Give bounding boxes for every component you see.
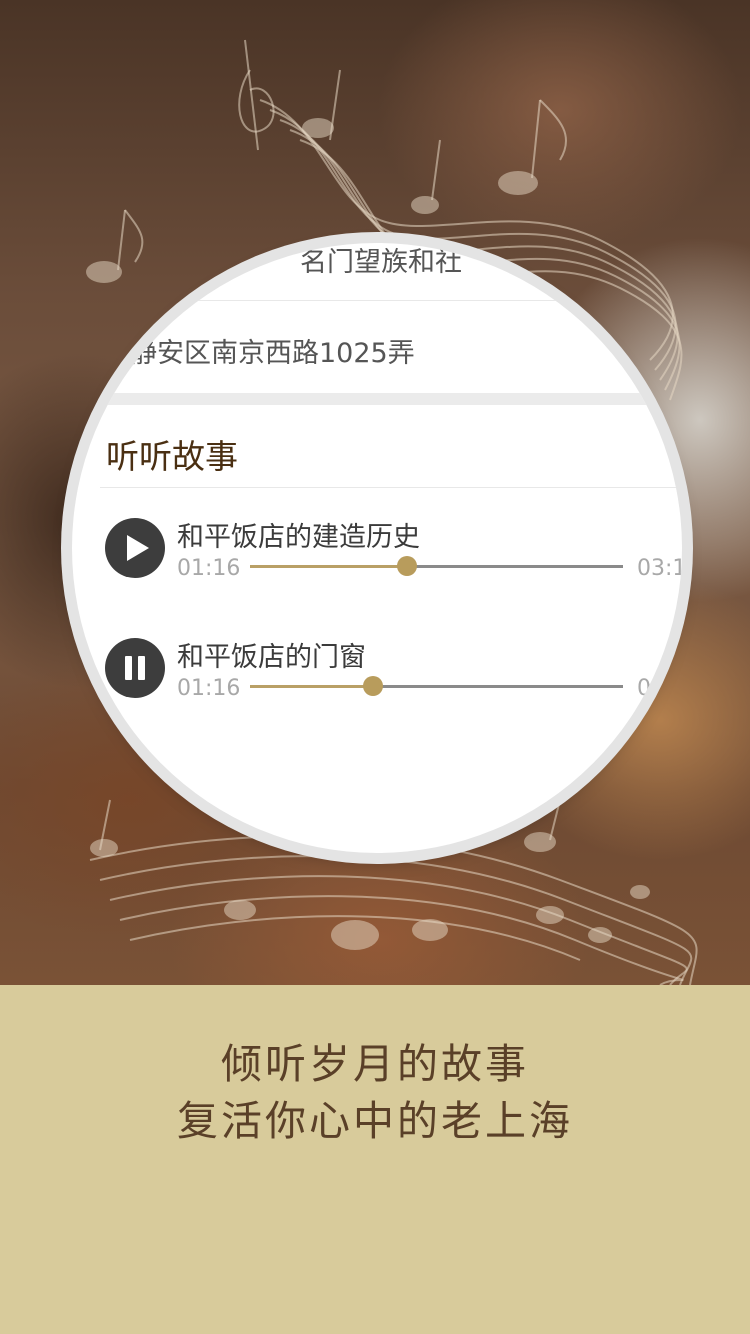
tagline-line-1: 倾听岁月的故事: [221, 1040, 529, 1088]
blurred-background: 名门望族和社 静安区南京西路1025弄 听听故事 和平饭店的建造历史 01:16…: [0, 0, 750, 985]
divider: [100, 487, 682, 488]
tagline-line-2: 复活你心中的老上海: [177, 1097, 573, 1145]
track-title: 和平饭店的门窗: [177, 642, 366, 673]
pause-icon: [125, 656, 132, 680]
play-icon: [127, 535, 149, 561]
total-time: 0: [637, 676, 651, 701]
address-text: 静安区南京西路1025弄: [130, 338, 415, 369]
progress-thumb[interactable]: [396, 556, 417, 576]
play-button[interactable]: [105, 518, 165, 578]
pause-icon: [138, 656, 145, 680]
progress-slider[interactable]: [250, 676, 623, 696]
progress-fill: [250, 685, 374, 688]
divider: [100, 300, 682, 301]
partial-description-text: 名门望族和社: [300, 247, 462, 278]
section-separator: [72, 393, 682, 405]
track-title: 和平饭店的建造历史: [177, 522, 420, 553]
progress-slider[interactable]: [250, 556, 623, 576]
progress-fill: [250, 565, 407, 568]
current-time: 01:16: [177, 556, 241, 581]
section-title: 听听故事: [106, 437, 238, 476]
total-time: 03:1: [637, 556, 682, 581]
current-time: 01:16: [177, 676, 241, 701]
magnified-content: 名门望族和社 静安区南京西路1025弄 听听故事 和平饭店的建造历史 01:16…: [72, 243, 682, 853]
magnifier-lens: 名门望族和社 静安区南京西路1025弄 听听故事 和平饭店的建造历史 01:16…: [72, 243, 682, 853]
progress-thumb[interactable]: [363, 676, 384, 696]
pause-button[interactable]: [105, 638, 165, 698]
